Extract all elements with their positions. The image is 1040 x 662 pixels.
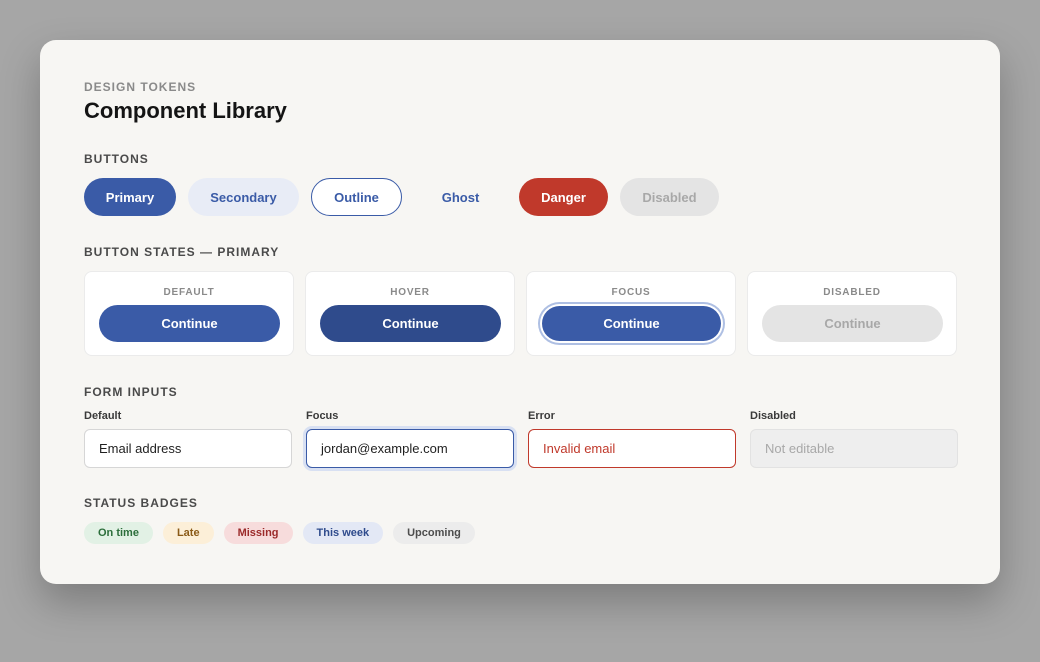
field-label: Default xyxy=(84,410,122,422)
input-disabled: Not editable xyxy=(750,429,958,468)
buttons-section-label: BUTTONS xyxy=(84,152,149,166)
continue-button-disabled: Continue xyxy=(762,305,943,342)
button-states-section-label: BUTTON STATES — PRIMARY xyxy=(84,245,280,259)
status-badge-missing: Missing xyxy=(223,522,293,544)
status-badge-late: Late xyxy=(162,522,214,544)
status-badge-on-time: On time xyxy=(84,522,153,544)
state-card-disabled: DISABLED Continue xyxy=(747,271,957,356)
status-badge-this-week: This week xyxy=(302,522,384,544)
button-states-row: DEFAULT Continue HOVER Continue FOCUS Co… xyxy=(84,271,957,356)
form-inputs-section-label: FORM INPUTS xyxy=(84,385,178,399)
primary-button[interactable]: Primary xyxy=(84,178,176,216)
state-label: DISABLED xyxy=(823,287,881,298)
state-label: FOCUS xyxy=(611,287,651,298)
buttons-row: Primary Secondary Outline Ghost Danger D… xyxy=(84,178,719,216)
email-input-default[interactable]: Email address xyxy=(84,429,292,468)
state-label: DEFAULT xyxy=(163,287,215,298)
component-library-card: DESIGN TOKENS Component Library BUTTONS … xyxy=(40,40,1000,584)
field-error: Error Invalid email xyxy=(528,410,736,468)
danger-button[interactable]: Danger xyxy=(519,178,608,216)
continue-button-default[interactable]: Continue xyxy=(99,305,280,342)
email-input-focus[interactable]: jordan@example.com xyxy=(306,429,514,468)
continue-button-focus[interactable]: Continue xyxy=(542,306,721,341)
form-inputs-row: Default Email address Focus jordan@examp… xyxy=(84,410,958,468)
email-input-error[interactable]: Invalid email xyxy=(528,429,736,468)
page-title: Component Library xyxy=(84,98,287,123)
outline-button[interactable]: Outline xyxy=(311,178,402,216)
state-card-default: DEFAULT Continue xyxy=(84,271,294,356)
field-label: Error xyxy=(528,410,555,422)
field-label: Focus xyxy=(306,410,339,422)
field-focus: Focus jordan@example.com xyxy=(306,410,514,468)
field-default: Default Email address xyxy=(84,410,292,468)
secondary-button[interactable]: Secondary xyxy=(188,178,299,216)
state-card-focus: FOCUS Continue xyxy=(526,271,736,356)
eyebrow-label: DESIGN TOKENS xyxy=(84,80,197,94)
field-label: Disabled xyxy=(750,410,796,422)
status-badges-row: On time Late Missing This week Upcoming xyxy=(84,522,475,544)
field-disabled: Disabled Not editable xyxy=(750,410,958,468)
status-badges-section-label: STATUS BADGES xyxy=(84,496,198,510)
continue-button-hover[interactable]: Continue xyxy=(320,305,501,342)
ghost-button[interactable]: Ghost xyxy=(414,178,507,216)
status-badge-upcoming: Upcoming xyxy=(393,522,475,544)
state-card-hover: HOVER Continue xyxy=(305,271,515,356)
state-label: HOVER xyxy=(390,287,430,298)
disabled-button: Disabled xyxy=(620,178,719,216)
